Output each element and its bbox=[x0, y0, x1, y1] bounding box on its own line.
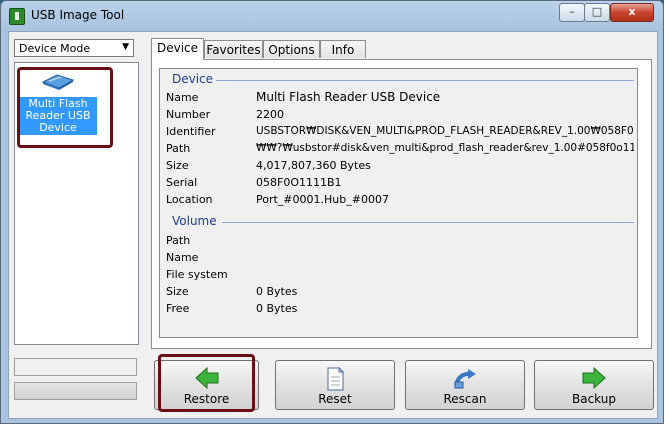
prop-name: Path bbox=[166, 142, 191, 155]
prop-value: USBSTOR₩DISK&VEN_MULTI&PROD_FLASH_READER… bbox=[256, 125, 634, 137]
minimize-button[interactable]: – bbox=[559, 3, 585, 22]
restore-highlight-box bbox=[158, 354, 255, 412]
rescan-icon bbox=[454, 369, 476, 389]
tab-info[interactable]: Info bbox=[320, 40, 366, 58]
document-icon bbox=[327, 367, 345, 391]
app-window: USB Image Tool – □ x Device Mode ▼ Multi… bbox=[0, 0, 664, 424]
prop-name: Name bbox=[166, 251, 199, 264]
prop-value: Multi Flash Reader USB Device bbox=[256, 90, 441, 104]
group-divider bbox=[222, 222, 634, 223]
prop-value: Port_#0001.Hub_#0007 bbox=[256, 193, 389, 206]
prop-value: 0 Bytes bbox=[256, 302, 298, 315]
device-tab-panel: Device Name Multi Flash Reader USB Devic… bbox=[151, 59, 652, 349]
status-field bbox=[14, 358, 137, 376]
prop-value: 058F0O1111B1 bbox=[256, 176, 342, 189]
group-title-volume: Volume bbox=[172, 214, 217, 228]
prop-name: Serial bbox=[166, 176, 198, 189]
device-highlight-box bbox=[17, 67, 113, 148]
tab-device[interactable]: Device bbox=[151, 38, 204, 60]
backup-button[interactable]: Backup bbox=[534, 360, 654, 410]
prop-value: 4,017,807,360 Bytes bbox=[256, 159, 371, 172]
prop-name: Size bbox=[166, 285, 189, 298]
close-button[interactable]: x bbox=[610, 3, 654, 22]
reset-label: Reset bbox=[318, 392, 352, 406]
app-icon bbox=[9, 8, 25, 25]
rescan-button[interactable]: Rescan bbox=[405, 360, 525, 410]
chevron-down-icon: ▼ bbox=[122, 42, 129, 52]
prop-value: 2200 bbox=[256, 108, 284, 121]
group-divider bbox=[216, 80, 634, 81]
title-bar[interactable]: USB Image Tool – □ x bbox=[1, 1, 663, 31]
backup-label: Backup bbox=[572, 392, 616, 406]
prop-name: File system bbox=[166, 268, 228, 281]
prop-name: Location bbox=[166, 193, 213, 206]
prop-name: Size bbox=[166, 159, 189, 172]
prop-name: Name bbox=[166, 91, 199, 104]
mode-select[interactable]: Device Mode ▼ bbox=[14, 39, 134, 57]
maximize-button[interactable]: □ bbox=[584, 3, 610, 22]
prop-value: ₩₩?₩usbstor#disk&ven_multi&prod_flash_re… bbox=[256, 142, 634, 154]
progress-bar bbox=[14, 382, 137, 400]
tab-favorites[interactable]: Favorites bbox=[204, 40, 263, 58]
prop-value: 0 Bytes bbox=[256, 285, 298, 298]
tab-options[interactable]: Options bbox=[263, 40, 320, 58]
device-details-view[interactable]: Device Name Multi Flash Reader USB Devic… bbox=[159, 68, 638, 338]
prop-name: Number bbox=[166, 108, 211, 121]
arrow-right-icon bbox=[582, 367, 606, 389]
prop-name: Free bbox=[166, 302, 190, 315]
group-title-device: Device bbox=[172, 72, 214, 86]
rescan-label: Rescan bbox=[443, 392, 487, 406]
client-area: Device Mode ▼ Multi Flash Reader USB Dev… bbox=[8, 31, 658, 419]
window-title: USB Image Tool bbox=[31, 8, 125, 22]
mode-select-value: Device Mode bbox=[19, 42, 91, 55]
prop-name: Identifier bbox=[166, 125, 216, 138]
prop-name: Path bbox=[166, 234, 191, 247]
reset-button[interactable]: Reset bbox=[275, 360, 395, 410]
